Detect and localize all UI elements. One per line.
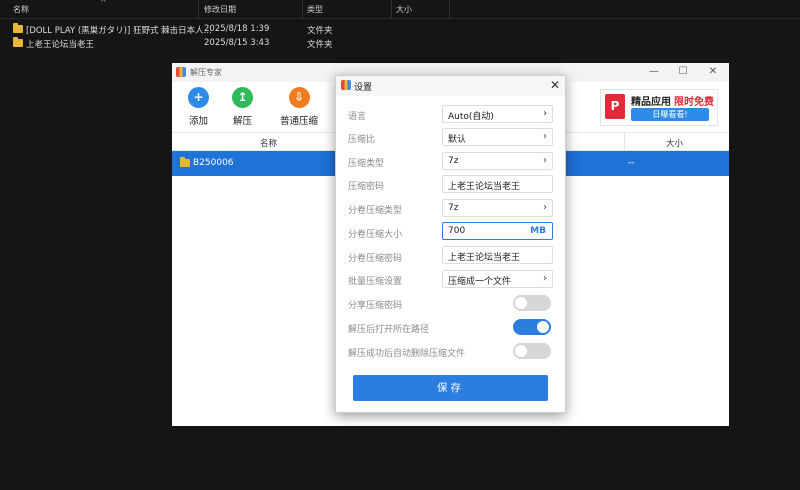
- compression-ratio-value: 默认: [448, 135, 467, 145]
- compress-label: 普通压缩: [280, 116, 319, 127]
- list-item-size: --: [628, 158, 635, 168]
- column-divider: [449, 0, 450, 18]
- settings-dialog: 设置 ✕ 语言 Auto(自动) › 压缩比 默认 › 压缩类型 7z › 压缩…: [335, 75, 566, 413]
- chevron-right-icon: ›: [543, 155, 547, 166]
- toggle-knob: [515, 297, 527, 309]
- compression-type-select[interactable]: 7z ›: [442, 152, 553, 170]
- promo-logo-icon: P: [605, 94, 625, 119]
- app-logo-icon: [341, 80, 351, 90]
- language-label: 语言: [348, 112, 367, 122]
- close-icon[interactable]: ✕: [548, 78, 562, 92]
- split-password-label: 分卷压缩密码: [348, 254, 403, 264]
- file-type: 文件夹: [307, 40, 333, 50]
- promo-title: 精品应用: [631, 97, 671, 108]
- list-column-name[interactable]: 名称: [260, 137, 277, 149]
- file-name: [DOLL PLAY (黒巣ガタリ)] 狂野式 棘击日本人...: [26, 26, 212, 36]
- list-item-name: B250006: [193, 158, 234, 168]
- batch-compress-value: 压缩成一个文件: [448, 277, 512, 287]
- share-password-toggle[interactable]: [513, 295, 551, 311]
- split-size-value: 700: [448, 226, 466, 236]
- compression-ratio-label: 压缩比: [348, 135, 376, 145]
- promo-button[interactable]: 日曝看看!: [631, 108, 709, 121]
- open-path-toggle[interactable]: [513, 319, 551, 335]
- sort-caret-icon: ^: [100, 0, 107, 7]
- split-size-label: 分卷压缩大小: [348, 230, 403, 240]
- extract-label: 解压: [232, 116, 252, 127]
- chevron-right-icon: ›: [543, 273, 547, 284]
- split-size-unit: MB: [530, 226, 546, 236]
- column-size[interactable]: 大小: [396, 4, 412, 15]
- compression-password-label: 压缩密码: [348, 182, 385, 192]
- compression-type-value: 7z: [448, 156, 459, 166]
- split-password-input[interactable]: 上老王论坛当老王: [442, 246, 553, 264]
- extract-button[interactable]: ↥ 解压: [232, 87, 253, 127]
- folder-icon: [180, 157, 190, 167]
- compress-button[interactable]: ⇩ 普通压缩: [280, 87, 318, 127]
- file-date: 2025/8/18 1:39: [204, 24, 270, 34]
- batch-compress-select[interactable]: 压缩成一个文件 ›: [442, 270, 553, 288]
- add-icon: +: [188, 87, 209, 108]
- language-value: Auto(自动): [448, 112, 494, 122]
- column-divider: [624, 133, 625, 152]
- split-password-value: 上老王论坛当老王: [448, 253, 521, 263]
- file-row[interactable]: [DOLL PLAY (黒巣ガタリ)] 狂野式 棘击日本人... 2025/8/…: [0, 23, 800, 36]
- column-type[interactable]: 类型: [307, 4, 323, 15]
- add-label: 添加: [188, 116, 208, 127]
- save-button[interactable]: 保存: [353, 375, 548, 401]
- column-date[interactable]: 修改日期: [204, 4, 236, 15]
- chevron-right-icon: ›: [543, 202, 547, 213]
- column-divider: [302, 0, 303, 18]
- app-logo-icon: [176, 67, 186, 77]
- split-type-value: 7z: [448, 203, 459, 213]
- dialog-titlebar[interactable]: 设置 ✕: [336, 76, 565, 96]
- compression-password-value: 上老王论坛当老王: [448, 182, 521, 192]
- dialog-title: 设置: [354, 83, 373, 93]
- split-size-input[interactable]: 700 MB: [442, 222, 553, 240]
- extract-icon: ↥: [232, 87, 253, 108]
- column-divider: [391, 0, 392, 18]
- file-type: 文件夹: [307, 26, 333, 36]
- split-type-label: 分卷压缩类型: [348, 206, 403, 216]
- open-path-label: 解压后打开所在路径: [348, 325, 430, 335]
- column-divider: [198, 0, 199, 18]
- chevron-right-icon: ›: [543, 131, 547, 142]
- explorer-column-header: ^ 名称 修改日期 类型 大小: [0, 0, 800, 19]
- auto-delete-label: 解压成功后自动删除压缩文件: [348, 349, 466, 359]
- promo-highlight: 限时免费: [674, 97, 714, 108]
- file-date: 2025/8/15 3:43: [204, 38, 270, 48]
- compression-password-input[interactable]: 上老王论坛当老王: [442, 175, 553, 193]
- list-column-size[interactable]: 大小: [666, 137, 683, 149]
- toggle-knob: [515, 345, 527, 357]
- chevron-right-icon: ›: [543, 108, 547, 119]
- minimize-button[interactable]: —: [647, 65, 661, 79]
- compression-type-label: 压缩类型: [348, 159, 385, 169]
- language-select[interactable]: Auto(自动) ›: [442, 105, 553, 123]
- folder-icon: [13, 37, 23, 47]
- compression-ratio-select[interactable]: 默认 ›: [442, 128, 553, 146]
- auto-delete-toggle[interactable]: [513, 343, 551, 359]
- file-row[interactable]: 上老王论坛当老王 2025/8/15 3:43 文件夹: [0, 37, 800, 50]
- share-password-label: 分享压缩密码: [348, 301, 403, 311]
- app-title: 解压专家: [190, 68, 222, 77]
- maximize-button[interactable]: ☐: [676, 65, 690, 79]
- file-name: 上老王论坛当老王: [26, 40, 95, 50]
- add-button[interactable]: + 添加: [188, 87, 209, 127]
- split-type-select[interactable]: 7z ›: [442, 199, 553, 217]
- column-name[interactable]: 名称: [13, 4, 29, 15]
- toggle-knob: [537, 321, 549, 333]
- folder-icon: [13, 23, 23, 33]
- close-button[interactable]: ✕: [706, 65, 720, 79]
- compress-icon: ⇩: [288, 87, 310, 108]
- batch-compress-label: 批量压缩设置: [348, 277, 403, 287]
- promo-banner[interactable]: P 精品应用 限时免费 日曝看看!: [600, 89, 718, 126]
